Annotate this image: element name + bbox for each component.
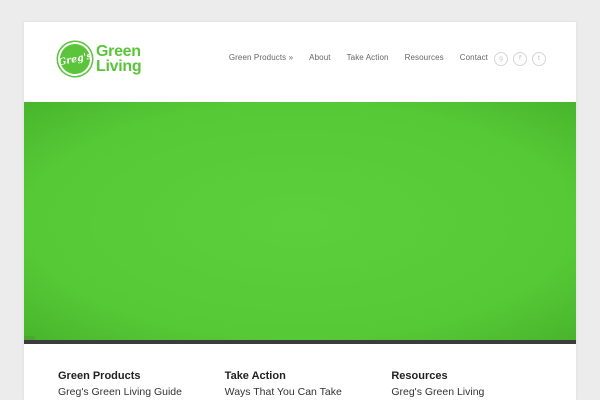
nav-about[interactable]: About [309,53,330,62]
hero-slider[interactable] [24,102,576,344]
column-green-products: Green Products Greg's Green Living Guide [58,369,225,399]
column-link[interactable]: Greg's Green Living [391,385,558,399]
social-links: g f t [494,52,546,66]
google-plus-icon[interactable]: g [494,52,508,66]
logo-wordmark: Green Living [96,43,142,75]
column-take-action: Take Action Ways That You Can Take [225,369,392,399]
column-link[interactable]: Ways That You Can Take [225,385,392,399]
column-heading: Resources [391,370,448,382]
column-heading: Green Products [58,370,141,382]
logo-seal: Greg's [54,38,96,80]
footer-columns: Green Products Greg's Green Living Guide… [58,369,558,399]
facebook-icon[interactable]: f [513,52,527,66]
nav-contact[interactable]: Contact [460,53,488,62]
column-resources: Resources Greg's Green Living [391,369,558,399]
logo-line-1: Green [96,43,141,60]
column-heading: Take Action [224,370,286,382]
nav-resources[interactable]: Resources [405,53,444,62]
main-nav: Green Products » About Take Action Resou… [229,53,488,62]
site-header: Greg's Green Living Green Products » Abo… [24,22,576,102]
logo-seal-text: Greg's [57,50,93,68]
page-container: Greg's Green Living Green Products » Abo… [24,22,576,400]
twitter-icon[interactable]: t [532,52,546,66]
nav-take-action[interactable]: Take Action [347,53,389,62]
nav-green-products[interactable]: Green Products » [229,53,293,62]
slider-progress-bar [24,336,36,340]
column-link[interactable]: Greg's Green Living Guide [58,385,225,399]
site-logo[interactable]: Greg's Green Living [54,38,142,80]
logo-line-2: Living [96,58,142,75]
